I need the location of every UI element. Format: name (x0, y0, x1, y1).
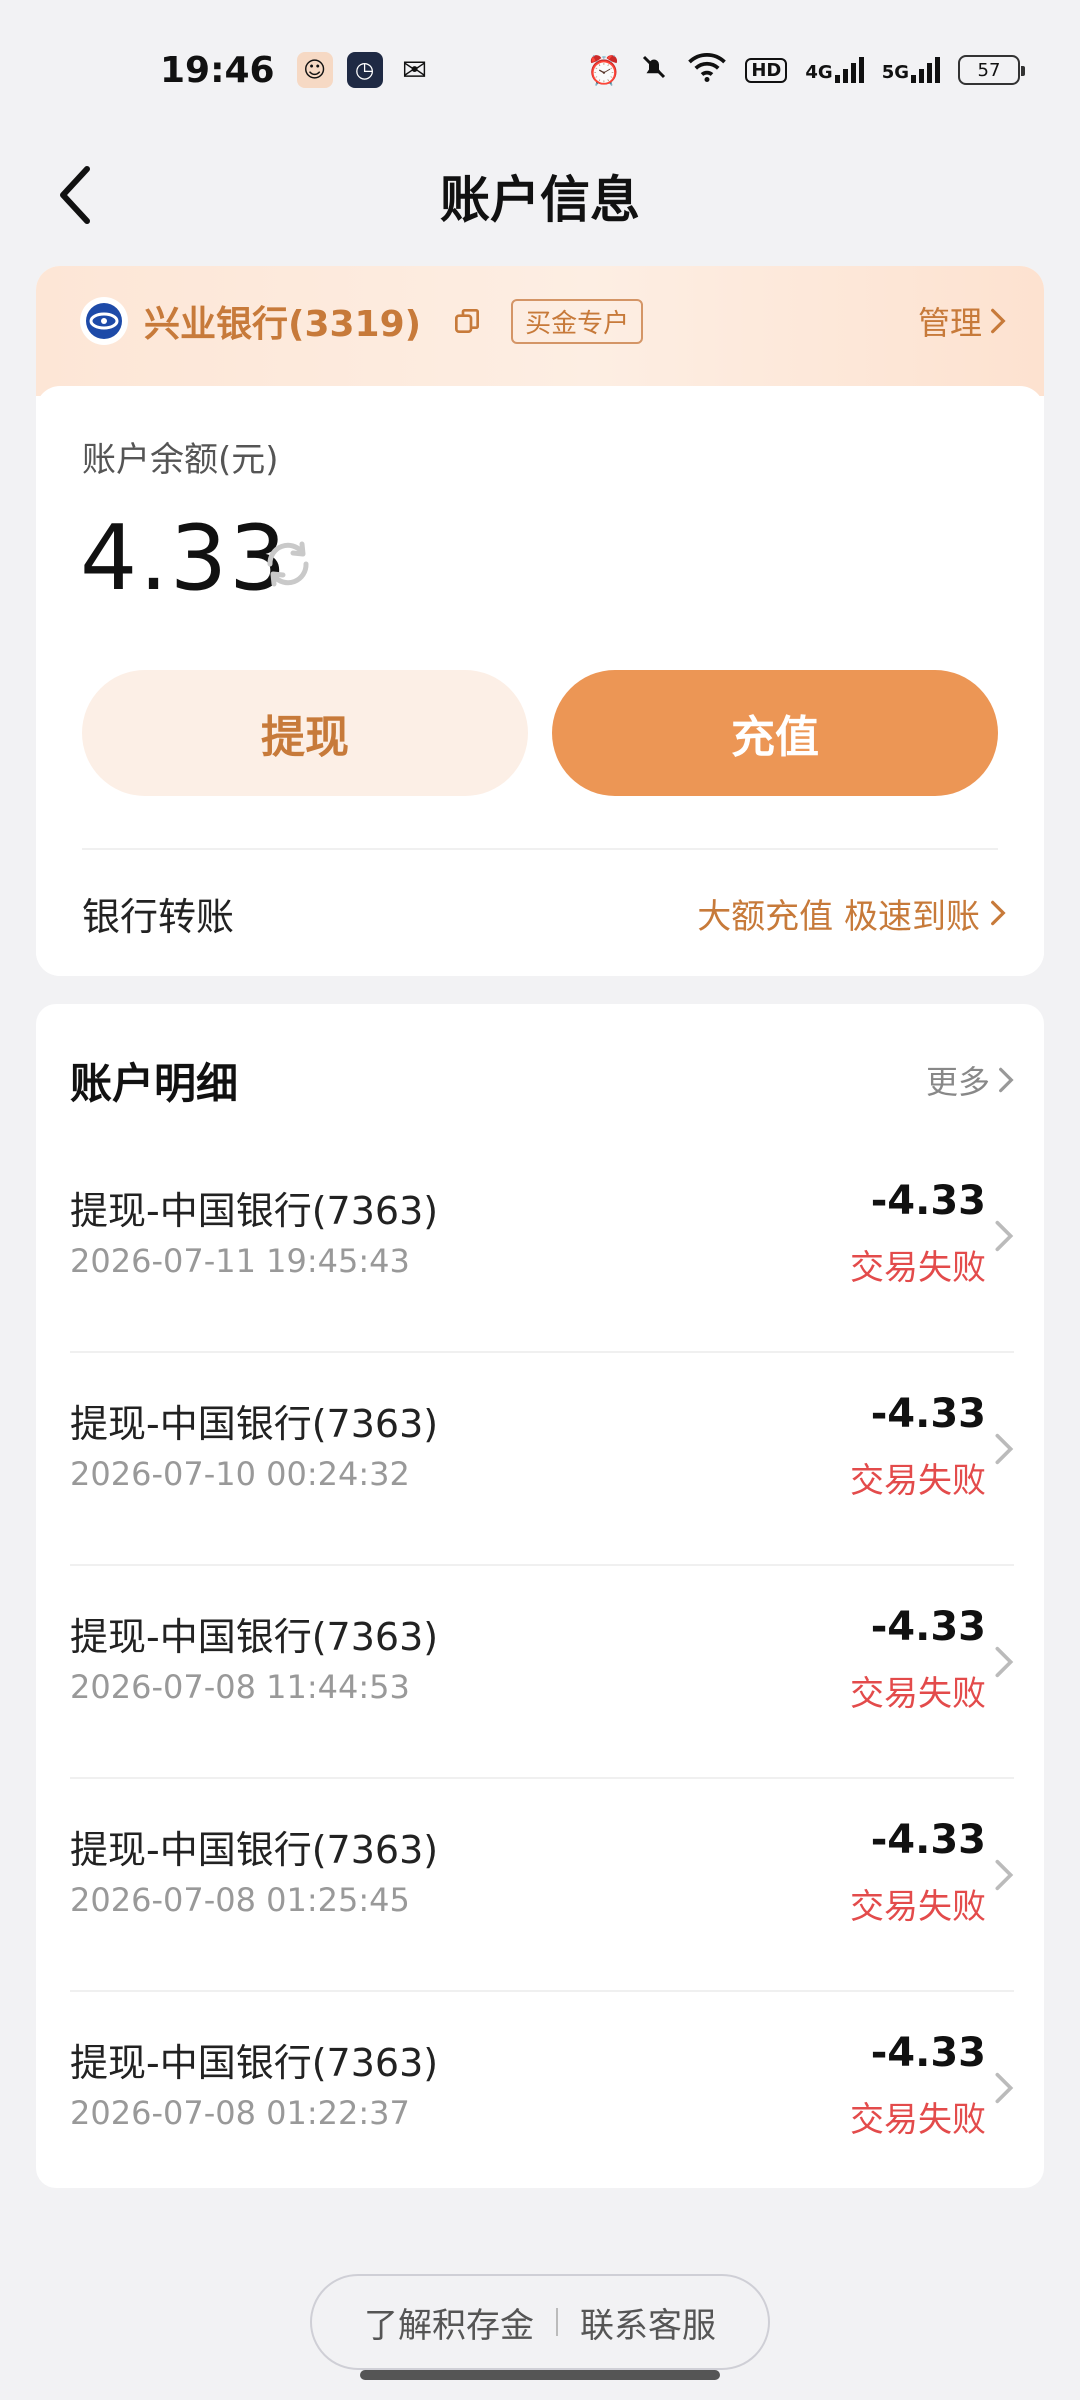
status-bar: 19:46 ☺ ◷ ✉ ⏰ HD 4G 5G 57 (0, 0, 1080, 140)
transaction-time: 2026-07-11 19:45:43 (70, 1242, 410, 1280)
more-link[interactable]: 更多 (926, 1057, 1014, 1103)
transfer-promo[interactable]: 大额充值 极速到账 (697, 889, 1006, 938)
details-title: 账户明细 (70, 1058, 239, 1108)
learn-gold-link[interactable]: 了解积存金 (364, 2298, 534, 2347)
transaction-status: 交易失败 (850, 1248, 986, 1288)
battery-icon: 57 (958, 55, 1025, 85)
transaction-row[interactable]: 提现-中国银行(7363) 2026-07-08 11:44:53 -4.33 … (70, 1566, 1014, 1779)
manage-label: 管理 (917, 304, 982, 342)
bank-transfer-row[interactable]: 银行转账 大额充值 极速到账 (82, 850, 1006, 976)
signal-bars-icon (834, 57, 864, 83)
account-body: 账户余额(元) 4.33 提现 充值 银行转账 大额充值 极速到账 (36, 386, 1044, 976)
transaction-row[interactable]: 提现-中国银行(7363) 2026-07-11 19:45:43 -4.33 … (70, 1140, 1014, 1353)
status-right: ⏰ HD 4G 5G 57 (586, 52, 1025, 89)
account-banner: 兴业银行(3319) 买金专户 管理 (36, 266, 1044, 396)
chevron-right-icon (995, 1859, 1014, 1891)
transaction-amount: -4.33 (870, 2030, 986, 2076)
signal-4g: 4G (805, 57, 864, 83)
separator (556, 2308, 558, 2336)
transaction-time: 2026-07-08 01:25:45 (70, 1881, 410, 1919)
mute-bell-icon (639, 52, 669, 89)
transaction-row[interactable]: 提现-中国银行(7363) 2026-07-08 01:25:45 -4.33 … (70, 1779, 1014, 1992)
app-notification-icon: ☺ (296, 52, 333, 88)
transfer-promo-label: 大额充值 极速到账 (697, 896, 980, 937)
notification-icons: ☺ ◷ ✉ (296, 52, 433, 88)
transaction-amount: -4.33 (870, 1178, 986, 1224)
transaction-status: 交易失败 (850, 1461, 986, 1501)
refresh-icon[interactable] (260, 536, 316, 592)
balance-value: 4.33 (80, 506, 289, 611)
manage-link[interactable]: 管理 (918, 298, 1006, 344)
wifi-icon (687, 52, 727, 89)
more-label: 更多 (925, 1063, 990, 1101)
signal-bars-icon (911, 57, 940, 83)
chevron-right-icon (995, 1433, 1014, 1465)
home-indicator[interactable] (360, 2370, 720, 2380)
chevron-right-icon (991, 308, 1006, 334)
transaction-amount: -4.33 (870, 1604, 986, 1650)
signal-4g-label: 4G (805, 62, 833, 83)
chevron-right-icon (991, 900, 1006, 926)
account-tag: 买金专户 (511, 298, 644, 344)
account-details-card: 账户明细 更多 提现-中国银行(7363) 2026-07-11 19:45:4… (36, 1004, 1044, 2188)
transaction-list: 提现-中国银行(7363) 2026-07-11 19:45:43 -4.33 … (70, 1140, 1014, 2205)
transaction-status: 交易失败 (850, 2100, 986, 2140)
transaction-status: 交易失败 (850, 1674, 986, 1714)
page-header: 账户信息 (0, 140, 1080, 250)
chevron-right-icon (995, 1220, 1014, 1252)
transaction-title: 提现-中国银行(7363) (70, 1828, 439, 1872)
recharge-button[interactable]: 充值 (552, 670, 998, 796)
transaction-time: 2026-07-08 11:44:53 (70, 1668, 410, 1706)
transaction-title: 提现-中国银行(7363) (70, 1402, 439, 1446)
footer-links: 了解积存金 联系客服 (310, 2274, 770, 2370)
page-title: 账户信息 (440, 171, 640, 229)
wechat-icon: ✉ (402, 52, 428, 88)
chevron-right-icon (995, 2072, 1014, 2104)
details-header: 账户明细 更多 (70, 1040, 1014, 1120)
transaction-title: 提现-中国银行(7363) (70, 1189, 439, 1233)
transaction-row[interactable]: 提现-中国银行(7363) 2026-07-08 01:22:37 -4.33 … (70, 1992, 1014, 2205)
signal-5g-label: 5G (881, 62, 909, 83)
transaction-row[interactable]: 提现-中国银行(7363) 2026-07-10 00:24:32 -4.33 … (70, 1353, 1014, 1566)
account-card: 兴业银行(3319) 买金专户 管理 账户余额(元) 4.33 提现 充值 银行… (36, 266, 1044, 976)
transaction-status: 交易失败 (850, 1887, 986, 1927)
transaction-time: 2026-07-10 00:24:32 (70, 1455, 410, 1493)
clock-app-icon: ◷ (346, 52, 383, 88)
chevron-right-icon (999, 1067, 1014, 1093)
bank-transfer-label: 银行转账 (82, 894, 235, 939)
customer-service-link[interactable]: 联系客服 (580, 2298, 716, 2347)
alarm-icon: ⏰ (586, 53, 622, 87)
transaction-title: 提现-中国银行(7363) (70, 1615, 439, 1659)
transaction-title: 提现-中国银行(7363) (70, 2041, 439, 2085)
transaction-time: 2026-07-08 01:22:37 (70, 2094, 410, 2132)
chevron-right-icon (995, 1646, 1014, 1678)
hd-badge: HD (745, 57, 788, 83)
signal-5g: 5G (882, 57, 940, 83)
balance-label: 账户余额(元) (82, 440, 279, 480)
status-time: 19:46 (160, 49, 275, 91)
bank-name: 兴业银行(3319) (144, 304, 422, 345)
transaction-amount: -4.33 (870, 1391, 986, 1437)
battery-level: 57 (977, 59, 1001, 81)
copy-icon[interactable] (449, 303, 485, 339)
transaction-amount: -4.33 (870, 1817, 986, 1863)
withdraw-button[interactable]: 提现 (82, 670, 528, 796)
bank-logo-icon (80, 297, 128, 345)
